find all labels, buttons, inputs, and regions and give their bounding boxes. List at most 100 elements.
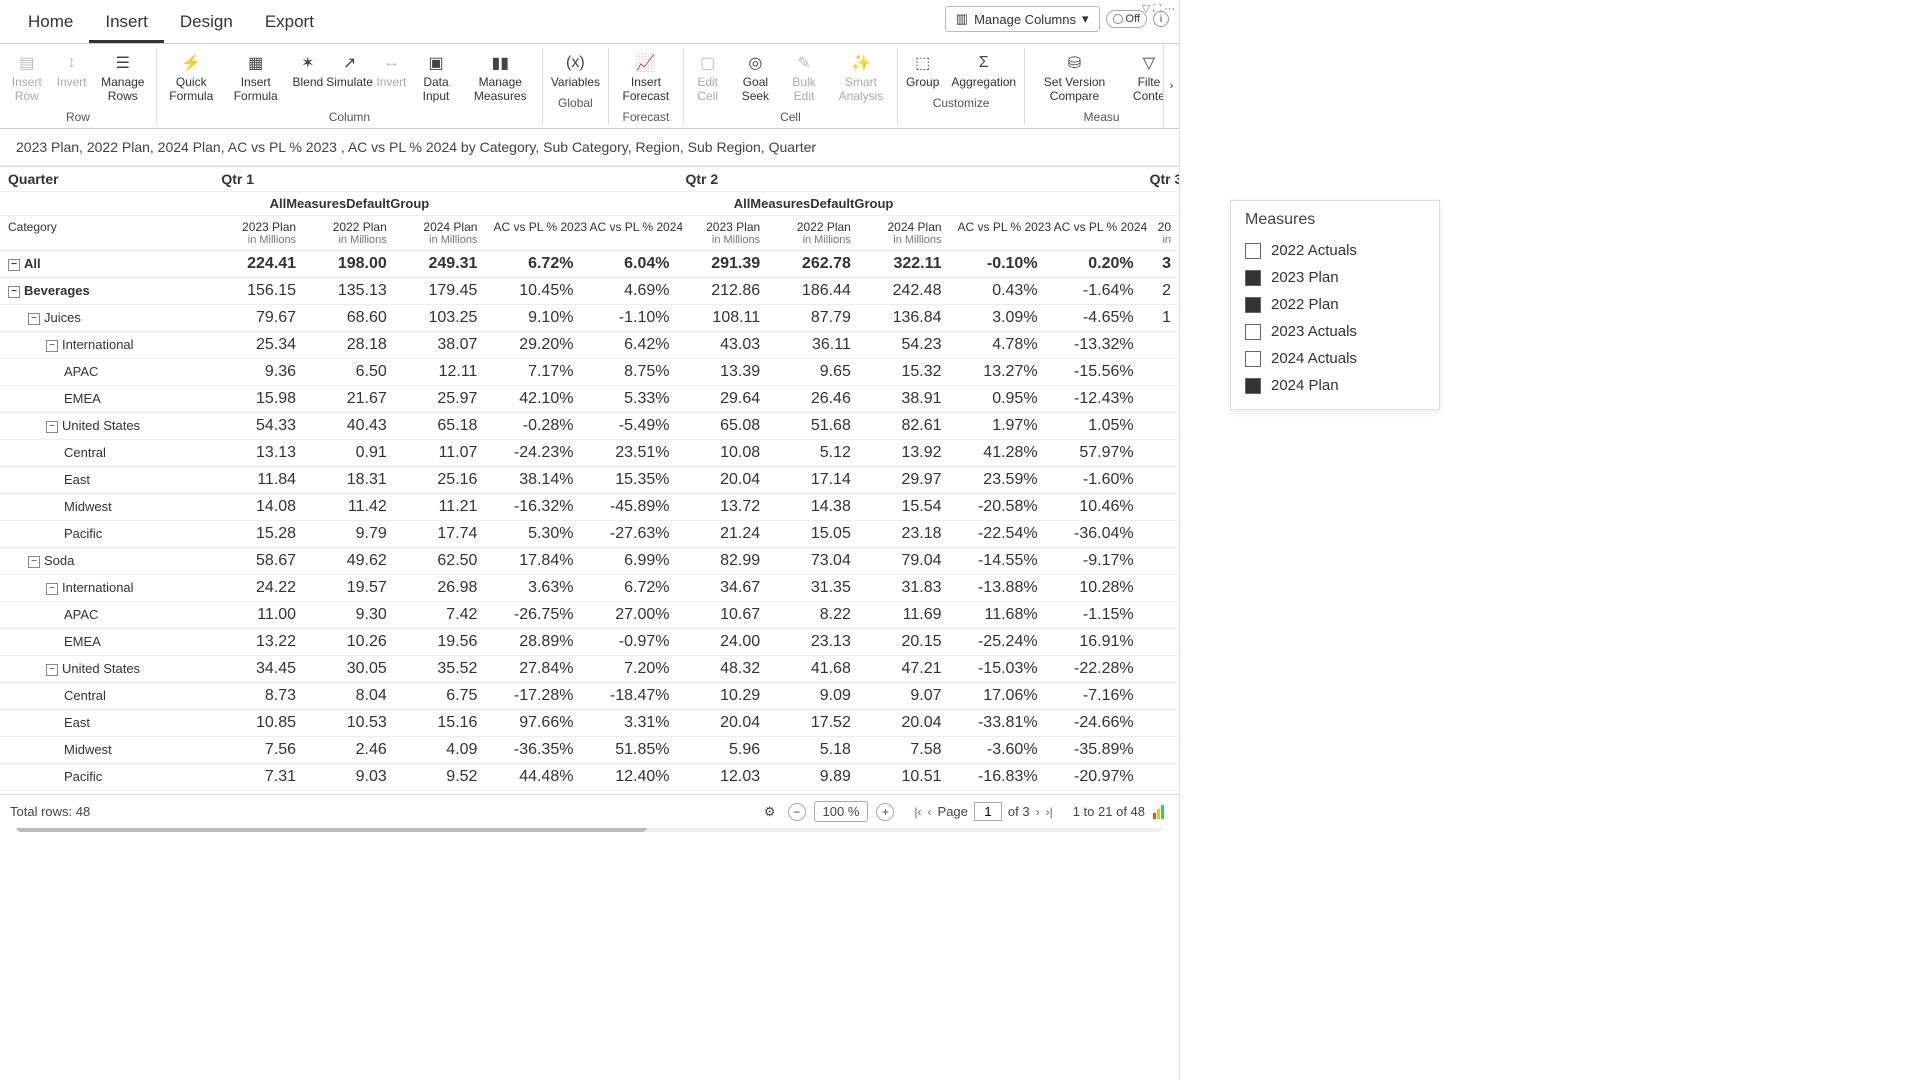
cell[interactable]: -26.75% — [485, 601, 581, 628]
cell[interactable]: 10.51 — [859, 763, 950, 790]
cell[interactable] — [1142, 331, 1179, 358]
cell[interactable]: 12.03 — [677, 763, 768, 790]
table-row[interactable]: −United States34.4530.0535.5227.84%7.20%… — [0, 655, 1179, 682]
cell[interactable]: -16.32% — [485, 493, 581, 520]
quick-formula-button[interactable]: ⚡Quick Formula — [159, 48, 224, 108]
cell[interactable]: 291.39 — [677, 250, 768, 277]
row-label[interactable]: Central — [0, 439, 213, 466]
cell[interactable]: 15.32 — [859, 358, 950, 385]
cell[interactable] — [1142, 682, 1179, 709]
cell[interactable]: 11.42 — [304, 493, 395, 520]
cell[interactable]: -36.35% — [485, 736, 581, 763]
checkbox-icon[interactable] — [1245, 297, 1261, 313]
invert-col-button[interactable]: ↔Invert — [371, 48, 411, 108]
cell[interactable]: 79.04 — [859, 547, 950, 574]
info-icon[interactable]: i — [1153, 11, 1169, 27]
cell[interactable]: 97.66% — [485, 709, 581, 736]
cell[interactable]: 41.68 — [768, 655, 859, 682]
cell[interactable]: 9.79 — [304, 520, 395, 547]
cell[interactable]: 19.56 — [395, 628, 486, 655]
cell[interactable]: 23.51% — [581, 439, 677, 466]
cell[interactable]: 5.18 — [768, 736, 859, 763]
col-2023plan-q2[interactable]: 2023 Planin Millions — [677, 215, 768, 250]
cell[interactable]: 82.99 — [677, 547, 768, 574]
cell[interactable]: 11.69 — [859, 601, 950, 628]
cell[interactable] — [1142, 763, 1179, 790]
expander-icon[interactable]: − — [46, 664, 58, 676]
row-label[interactable]: −United States — [0, 412, 213, 439]
cell[interactable]: 1.05% — [1046, 412, 1142, 439]
cell[interactable]: -1.10% — [581, 304, 677, 331]
cell[interactable]: -16.83% — [950, 763, 1046, 790]
col-partial-q3[interactable]: 20in — [1142, 215, 1179, 250]
expander-icon[interactable]: − — [28, 556, 40, 568]
cell[interactable]: 15.98 — [213, 385, 304, 412]
cell[interactable]: 21.24 — [677, 520, 768, 547]
cell[interactable]: 9.65 — [768, 358, 859, 385]
cell[interactable]: 25.16 — [395, 466, 486, 493]
col-2022plan-q1[interactable]: 2022 Planin Millions — [304, 215, 395, 250]
table-row[interactable]: Pacific7.319.039.5244.48%12.40%12.039.89… — [0, 763, 1179, 790]
cell[interactable] — [1142, 466, 1179, 493]
cell[interactable]: 11.84 — [213, 466, 304, 493]
row-label[interactable]: −Beverages — [0, 277, 213, 304]
cell[interactable]: 10.45% — [485, 277, 581, 304]
cell[interactable]: 9.09 — [768, 682, 859, 709]
expander-icon[interactable]: − — [8, 259, 20, 271]
cell[interactable]: -0.10% — [950, 250, 1046, 277]
row-label[interactable]: Pacific — [0, 763, 213, 790]
manage-measures-button[interactable]: ▮▮Manage Measures — [461, 48, 540, 108]
cell[interactable]: -1.15% — [1046, 601, 1142, 628]
cell[interactable]: 24.22 — [213, 574, 304, 601]
cell[interactable]: 25.34 — [213, 331, 304, 358]
cell[interactable]: 6.72% — [581, 574, 677, 601]
cell[interactable]: 322.11 — [859, 250, 950, 277]
measure-item[interactable]: 2022 Plan — [1245, 291, 1425, 318]
row-label[interactable]: −International — [0, 574, 213, 601]
col-2024plan-q2[interactable]: 2024 Planin Millions — [859, 215, 950, 250]
cell[interactable]: 17.52 — [768, 709, 859, 736]
table-row[interactable]: Midwest14.0811.4211.21-16.32%-45.89%13.7… — [0, 493, 1179, 520]
cell[interactable]: 62.50 — [395, 547, 486, 574]
measure-item[interactable]: 2024 Plan — [1245, 372, 1425, 399]
cell[interactable]: 20.04 — [677, 709, 768, 736]
cell[interactable]: 17.74 — [395, 520, 486, 547]
cell[interactable] — [1142, 439, 1179, 466]
cell[interactable]: 14.08 — [213, 493, 304, 520]
cell[interactable]: -27.63% — [581, 520, 677, 547]
measure-group-q2[interactable]: AllMeasuresDefaultGroup — [677, 191, 949, 215]
cell[interactable]: 29.97 — [859, 466, 950, 493]
measure-item[interactable]: 2023 Actuals — [1245, 318, 1425, 345]
cell[interactable]: 49.62 — [304, 547, 395, 574]
cell[interactable]: 36.11 — [768, 331, 859, 358]
cell[interactable]: -15.56% — [1046, 358, 1142, 385]
cell[interactable]: 51.85% — [581, 736, 677, 763]
cell[interactable]: 41.28% — [950, 439, 1046, 466]
ribbon-scroll-right[interactable]: › — [1163, 44, 1179, 128]
zoom-in-button[interactable]: + — [876, 803, 894, 821]
cell[interactable]: 10.53 — [304, 709, 395, 736]
col-acpl2023-q1[interactable]: AC vs PL % 2023 — [485, 215, 581, 250]
cell[interactable]: 42.10% — [485, 385, 581, 412]
cell[interactable]: -25.24% — [950, 628, 1046, 655]
variables-button[interactable]: (x)Variables — [545, 48, 606, 94]
row-label[interactable]: −All — [0, 250, 213, 277]
cell[interactable]: 2 — [1142, 277, 1179, 304]
cell[interactable]: 2.46 — [304, 736, 395, 763]
cell[interactable]: 7.20% — [581, 655, 677, 682]
first-page-button[interactable]: |‹ — [914, 805, 921, 819]
cell[interactable]: 7.58 — [859, 736, 950, 763]
simulate-button[interactable]: ↗Simulate — [328, 48, 372, 108]
table-row[interactable]: −Juices79.6768.60103.259.10%-1.10%108.11… — [0, 304, 1179, 331]
cell[interactable]: 9.36 — [213, 358, 304, 385]
tab-insert[interactable]: Insert — [89, 4, 164, 43]
cell[interactable]: 10.85 — [213, 709, 304, 736]
cell[interactable]: -18.47% — [581, 682, 677, 709]
cell[interactable]: 17.84% — [485, 547, 581, 574]
smart-analysis-button[interactable]: ✨Smart Analysis — [827, 48, 895, 108]
cell[interactable]: 29.20% — [485, 331, 581, 358]
cell[interactable]: -1.60% — [1046, 466, 1142, 493]
cell[interactable]: 34.45 — [213, 655, 304, 682]
cell[interactable]: 3.31% — [581, 709, 677, 736]
col-2023plan-q1[interactable]: 2023 Planin Millions — [213, 215, 304, 250]
